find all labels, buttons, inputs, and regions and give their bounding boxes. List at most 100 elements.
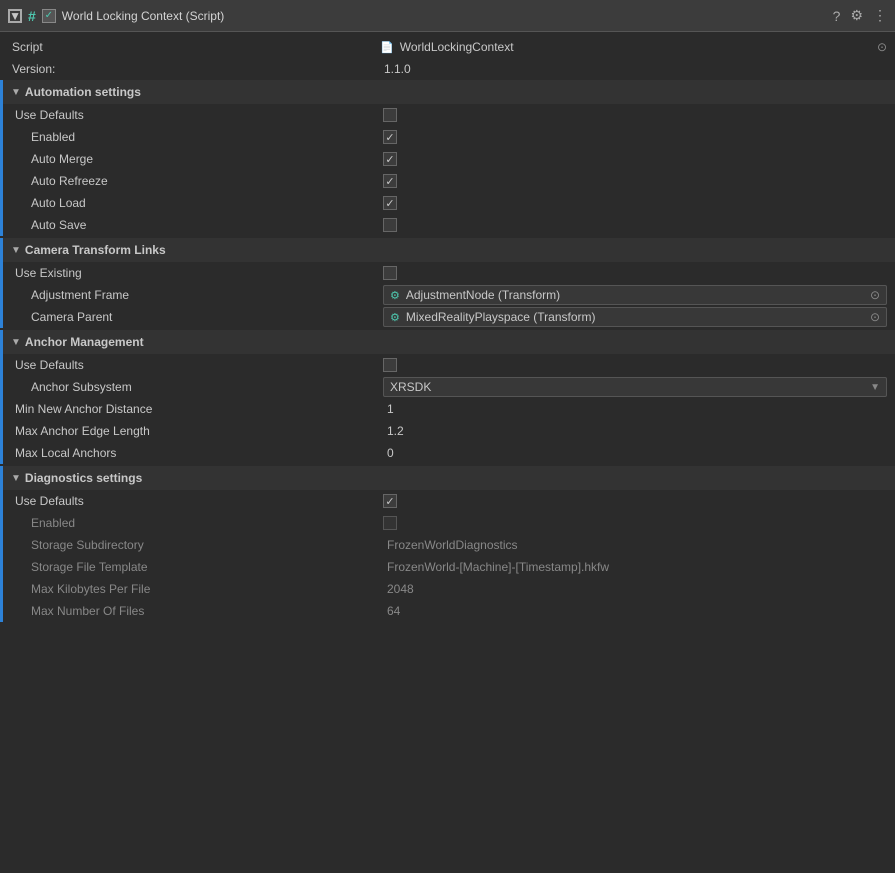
version-row: Version: 1.1.0 <box>0 58 895 80</box>
max-local-anchors-row: Max Local Anchors 0 <box>3 442 895 464</box>
auto-load-checkbox[interactable] <box>383 196 397 210</box>
version-label: Version: <box>12 62 55 76</box>
script-pick-icon[interactable]: ⊙ <box>877 40 887 54</box>
automation-section: ▼ Automation settings Use Defaults Enabl… <box>0 80 895 236</box>
storage-template-row: Storage File Template FrozenWorld-[Machi… <box>3 556 895 578</box>
min-anchor-distance-label: Min New Anchor Distance <box>15 402 152 416</box>
anchor-triangle: ▼ <box>11 337 21 348</box>
help-button[interactable]: ? <box>833 8 841 24</box>
script-value-text: WorldLockingContext <box>400 40 514 54</box>
adjustment-frame-field[interactable]: ⚙ AdjustmentNode (Transform) ⊙ <box>383 285 887 305</box>
max-local-anchors-label: Max Local Anchors <box>15 446 116 460</box>
auto-merge-row: Auto Merge <box>3 148 895 170</box>
anchor-subsystem-dropdown[interactable]: XRSDK ▼ <box>383 377 887 397</box>
max-anchor-edge-label: Max Anchor Edge Length <box>15 424 150 438</box>
automation-header[interactable]: ▼ Automation settings <box>3 80 895 104</box>
max-anchor-edge-value: 1.2 <box>383 423 408 439</box>
adjustment-frame-value: AdjustmentNode (Transform) <box>406 288 560 302</box>
diagnostics-triangle: ▼ <box>11 473 21 484</box>
automation-triangle: ▼ <box>11 87 21 98</box>
storage-subdir-row: Storage Subdirectory FrozenWorldDiagnost… <box>3 534 895 556</box>
script-icon: 📄 <box>380 41 394 54</box>
auto-load-label: Auto Load <box>31 196 86 210</box>
storage-subdir-value: FrozenWorldDiagnostics <box>383 537 522 553</box>
auto-save-checkbox[interactable] <box>383 218 397 232</box>
auto-refreeze-row: Auto Refreeze <box>3 170 895 192</box>
storage-template-label: Storage File Template <box>31 560 148 574</box>
title-bar-left: ▼ # World Locking Context (Script) <box>8 8 224 24</box>
diagnostics-enabled-label: Enabled <box>31 516 75 530</box>
max-files-label: Max Number Of Files <box>31 604 144 618</box>
max-files-row: Max Number Of Files 64 <box>3 600 895 622</box>
script-value: 📄 WorldLockingContext <box>380 40 514 54</box>
diagnostics-use-defaults-checkbox[interactable] <box>383 494 397 508</box>
adjustment-frame-label: Adjustment Frame <box>31 288 129 302</box>
use-existing-row: Use Existing <box>3 262 895 284</box>
camera-parent-field[interactable]: ⚙ MixedRealityPlayspace (Transform) ⊙ <box>383 307 887 327</box>
auto-merge-checkbox[interactable] <box>383 152 397 166</box>
max-files-value: 64 <box>383 603 404 619</box>
camera-triangle: ▼ <box>11 245 21 256</box>
automation-title: Automation settings <box>25 85 141 99</box>
camera-header[interactable]: ▼ Camera Transform Links <box>3 238 895 262</box>
use-existing-checkbox[interactable] <box>383 266 397 280</box>
auto-refreeze-checkbox[interactable] <box>383 174 397 188</box>
settings-button[interactable]: ⚙ <box>850 7 863 24</box>
triangle-icon[interactable]: ▼ <box>8 9 22 23</box>
camera-parent-pick[interactable]: ⊙ <box>870 310 880 324</box>
diagnostics-enabled-row: Enabled <box>3 512 895 534</box>
use-existing-label: Use Existing <box>15 266 82 280</box>
script-label: Script <box>12 40 43 54</box>
auto-save-label: Auto Save <box>31 218 86 232</box>
automation-enabled-label: Enabled <box>31 130 75 144</box>
title-bar-controls: ? ⚙ ⋮ <box>833 7 887 24</box>
max-kb-row: Max Kilobytes Per File 2048 <box>3 578 895 600</box>
max-anchor-edge-row: Max Anchor Edge Length 1.2 <box>3 420 895 442</box>
anchor-section: ▼ Anchor Management Use Defaults Anchor … <box>0 330 895 464</box>
camera-parent-value: MixedRealityPlayspace (Transform) <box>406 310 596 324</box>
camera-parent-icon: ⚙ <box>390 311 400 324</box>
max-kb-label: Max Kilobytes Per File <box>31 582 150 596</box>
min-anchor-distance-row: Min New Anchor Distance 1 <box>3 398 895 420</box>
adjustment-frame-pick[interactable]: ⊙ <box>870 288 880 302</box>
automation-use-defaults-row: Use Defaults <box>3 104 895 126</box>
auto-save-row: Auto Save <box>3 214 895 236</box>
min-anchor-distance-value: 1 <box>383 401 398 417</box>
content-area: Script 📄 WorldLockingContext ⊙ Version: … <box>0 32 895 626</box>
anchor-header[interactable]: ▼ Anchor Management <box>3 330 895 354</box>
automation-use-defaults-checkbox[interactable] <box>383 108 397 122</box>
anchor-use-defaults-checkbox[interactable] <box>383 358 397 372</box>
auto-load-row: Auto Load <box>3 192 895 214</box>
camera-section: ▼ Camera Transform Links Use Existing Ad… <box>0 238 895 328</box>
camera-title: Camera Transform Links <box>25 243 166 257</box>
anchor-use-defaults-row: Use Defaults <box>3 354 895 376</box>
diagnostics-enabled-checkbox[interactable] <box>383 516 397 530</box>
max-kb-value: 2048 <box>383 581 418 597</box>
auto-merge-label: Auto Merge <box>31 152 93 166</box>
anchor-subsystem-label: Anchor Subsystem <box>31 380 132 394</box>
diagnostics-use-defaults-label: Use Defaults <box>15 494 84 508</box>
menu-button[interactable]: ⋮ <box>873 7 887 24</box>
dropdown-arrow-icon: ▼ <box>870 382 880 393</box>
camera-parent-row: Camera Parent ⚙ MixedRealityPlayspace (T… <box>3 306 895 328</box>
window-title: World Locking Context (Script) <box>62 9 225 23</box>
anchor-title: Anchor Management <box>25 335 144 349</box>
hash-icon: # <box>28 8 36 24</box>
camera-parent-label: Camera Parent <box>31 310 112 324</box>
auto-refreeze-label: Auto Refreeze <box>31 174 108 188</box>
diagnostics-section: ▼ Diagnostics settings Use Defaults Enab… <box>0 466 895 622</box>
diagnostics-use-defaults-row: Use Defaults <box>3 490 895 512</box>
anchor-subsystem-value: XRSDK <box>390 380 431 394</box>
version-value: 1.1.0 <box>380 61 415 77</box>
diagnostics-header[interactable]: ▼ Diagnostics settings <box>3 466 895 490</box>
anchor-use-defaults-label: Use Defaults <box>15 358 84 372</box>
title-bar: ▼ # World Locking Context (Script) ? ⚙ ⋮ <box>0 0 895 32</box>
automation-enabled-row: Enabled <box>3 126 895 148</box>
anchor-subsystem-row: Anchor Subsystem XRSDK ▼ <box>3 376 895 398</box>
adjustment-frame-icon: ⚙ <box>390 289 400 302</box>
storage-template-value: FrozenWorld-[Machine]-[Timestamp].hkfw <box>383 559 613 575</box>
automation-enabled-checkbox[interactable] <box>383 130 397 144</box>
automation-use-defaults-label: Use Defaults <box>15 108 84 122</box>
diagnostics-title: Diagnostics settings <box>25 471 142 485</box>
enable-checkbox[interactable] <box>42 9 56 23</box>
